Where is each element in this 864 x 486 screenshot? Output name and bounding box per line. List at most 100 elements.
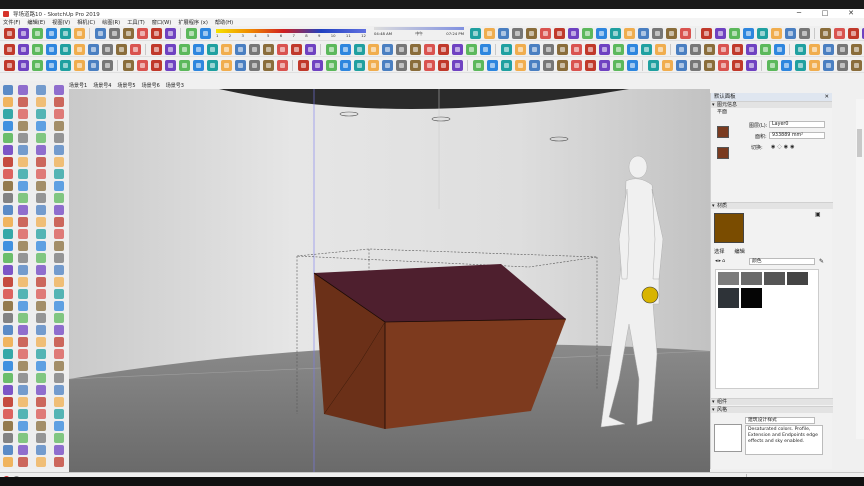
tool-button-icon[interactable] — [36, 157, 46, 167]
maximize-button[interactable]: □ — [812, 9, 838, 18]
tool-button-icon[interactable] — [36, 457, 46, 467]
scene-tab-4[interactable]: 场景号4 — [93, 82, 111, 89]
material-swatch[interactable] — [718, 272, 739, 285]
tool-button-icon[interactable] — [36, 361, 46, 371]
tool-button-icon[interactable] — [54, 133, 64, 143]
tool-button-icon[interactable] — [18, 97, 28, 107]
tool-button-icon[interactable] — [164, 43, 176, 55]
material-swatch[interactable] — [741, 288, 762, 308]
tool-button-icon[interactable] — [483, 27, 495, 39]
right-scrollbar[interactable] — [856, 99, 864, 439]
tool-button-icon[interactable] — [36, 409, 46, 419]
tool-button-icon[interactable] — [276, 43, 288, 55]
tool-button-icon[interactable] — [36, 85, 46, 95]
tool-button-icon[interactable] — [36, 97, 46, 107]
tool-button-icon[interactable] — [409, 59, 421, 71]
tool-button-icon[interactable] — [18, 457, 28, 467]
tool-button-icon[interactable] — [94, 27, 106, 39]
tool-button-icon[interactable] — [679, 27, 691, 39]
menu-window[interactable]: 窗口(W) — [152, 19, 172, 26]
tool-button-icon[interactable] — [437, 43, 449, 55]
tool-button-icon[interactable] — [18, 313, 28, 323]
tool-button-icon[interactable] — [3, 181, 13, 191]
tab-select[interactable]: 选择 — [714, 248, 724, 255]
scene-tab-5[interactable]: 场景号5 — [117, 82, 135, 89]
tool-button-icon[interactable] — [542, 59, 554, 71]
tool-button-icon[interactable] — [36, 277, 46, 287]
entity-info-header[interactable]: 图元信息 — [711, 101, 832, 109]
tool-button-icon[interactable] — [206, 43, 218, 55]
tool-button-icon[interactable] — [115, 43, 127, 55]
tool-button-icon[interactable] — [3, 97, 13, 107]
tool-button-icon[interactable] — [36, 337, 46, 347]
tool-button-icon[interactable] — [36, 217, 46, 227]
tool-button-icon[interactable] — [276, 59, 288, 71]
tool-button-icon[interactable] — [36, 313, 46, 323]
shadow-time-slider[interactable]: 04:48 AM 中午 07:24 PM — [374, 27, 464, 39]
tool-button-icon[interactable] — [3, 43, 15, 55]
close-button[interactable]: ✕ — [838, 9, 864, 18]
tool-button-icon[interactable] — [612, 43, 624, 55]
tool-button-icon[interactable] — [514, 59, 526, 71]
tool-button-icon[interactable] — [567, 27, 579, 39]
tool-button-icon[interactable] — [689, 43, 701, 55]
tool-button-icon[interactable] — [794, 59, 806, 71]
tool-button-icon[interactable] — [150, 43, 162, 55]
tool-button-icon[interactable] — [339, 59, 351, 71]
3d-viewport[interactable] — [69, 89, 710, 472]
tool-button-icon[interactable] — [325, 59, 337, 71]
tool-button-icon[interactable] — [3, 265, 13, 275]
tool-button-icon[interactable] — [54, 361, 64, 371]
tool-button-icon[interactable] — [129, 43, 141, 55]
tool-button-icon[interactable] — [3, 397, 13, 407]
tool-button-icon[interactable] — [18, 277, 28, 287]
tool-button-icon[interactable] — [248, 43, 260, 55]
tool-button-icon[interactable] — [17, 59, 29, 71]
tool-button-icon[interactable] — [451, 59, 463, 71]
tool-button-icon[interactable] — [36, 229, 46, 239]
tool-button-icon[interactable] — [3, 301, 13, 311]
tool-button-icon[interactable] — [192, 59, 204, 71]
layer-dropdown[interactable]: Layer0 — [769, 121, 825, 128]
tool-button-icon[interactable] — [54, 313, 64, 323]
tool-button-icon[interactable] — [18, 133, 28, 143]
tool-button-icon[interactable] — [409, 43, 421, 55]
menu-camera[interactable]: 相机(C) — [77, 19, 95, 26]
tool-button-icon[interactable] — [54, 85, 64, 95]
tool-button-icon[interactable] — [539, 27, 551, 39]
tool-button-icon[interactable] — [59, 27, 71, 39]
tool-button-icon[interactable] — [18, 229, 28, 239]
tool-button-icon[interactable] — [661, 59, 673, 71]
tool-button-icon[interactable] — [185, 27, 197, 39]
tool-button-icon[interactable] — [18, 253, 28, 263]
tool-button-icon[interactable] — [262, 59, 274, 71]
tool-button-icon[interactable] — [36, 145, 46, 155]
tool-button-icon[interactable] — [700, 27, 712, 39]
tool-button-icon[interactable] — [609, 27, 621, 39]
tool-button-icon[interactable] — [178, 43, 190, 55]
tool-button-icon[interactable] — [703, 59, 715, 71]
tool-button-icon[interactable] — [220, 43, 232, 55]
tool-button-icon[interactable] — [36, 109, 46, 119]
tool-button-icon[interactable] — [18, 85, 28, 95]
tool-button-icon[interactable] — [780, 59, 792, 71]
front-material-swatch[interactable] — [717, 126, 729, 138]
tool-button-icon[interactable] — [612, 59, 624, 71]
display-box-model[interactable] — [313, 264, 567, 429]
tool-button-icon[interactable] — [54, 457, 64, 467]
tool-button-icon[interactable] — [784, 27, 796, 39]
tool-button-icon[interactable] — [36, 373, 46, 383]
tool-button-icon[interactable] — [3, 145, 13, 155]
tool-button-icon[interactable] — [18, 145, 28, 155]
tool-button-icon[interactable] — [3, 229, 13, 239]
tool-button-icon[interactable] — [54, 265, 64, 275]
tool-button-icon[interactable] — [836, 59, 848, 71]
menu-extensions[interactable]: 扩展程序 (x) — [178, 19, 208, 26]
tool-button-icon[interactable] — [833, 27, 845, 39]
tool-button-icon[interactable] — [479, 43, 491, 55]
tool-button-icon[interactable] — [3, 409, 13, 419]
tool-button-icon[interactable] — [122, 59, 134, 71]
tool-button-icon[interactable] — [598, 59, 610, 71]
tool-button-icon[interactable] — [584, 59, 596, 71]
menu-edit[interactable]: 编辑(E) — [27, 19, 45, 26]
